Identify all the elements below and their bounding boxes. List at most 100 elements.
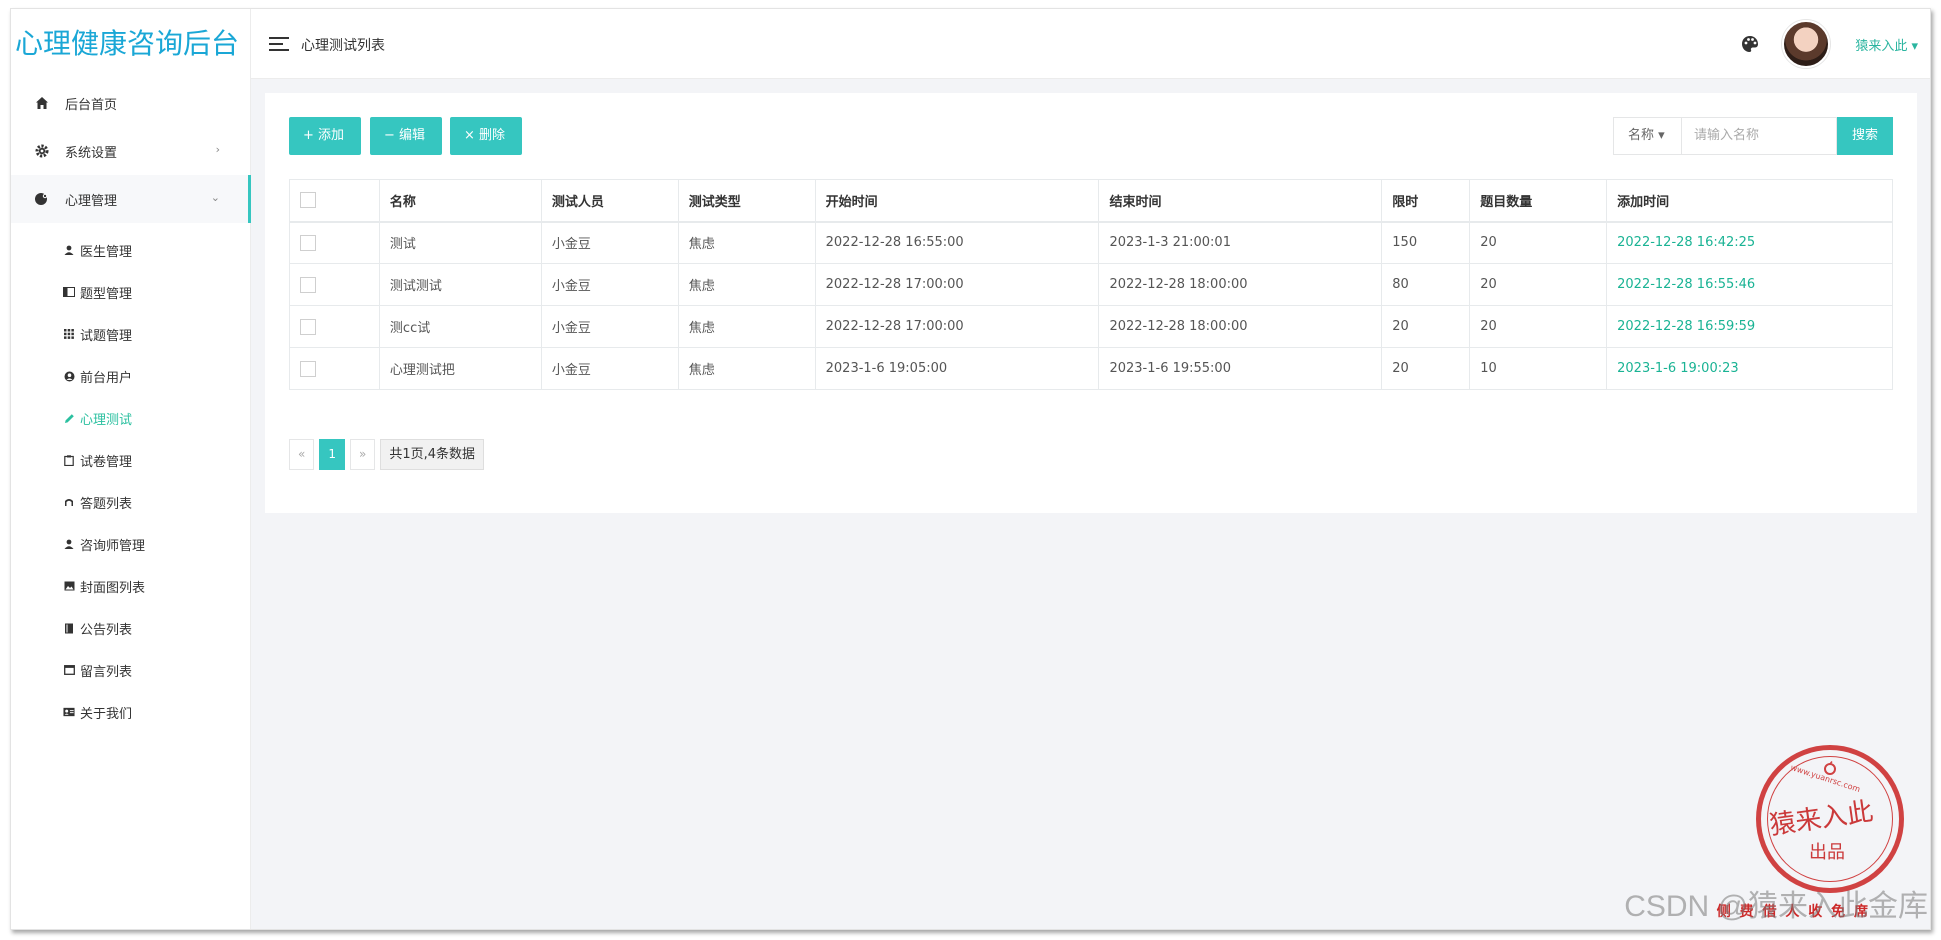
cell-start: 2022-12-28 16:55:00 [814,221,1100,264]
add-button[interactable]: + 添加 [289,117,361,155]
sidebar-item-notices[interactable]: 公告列表 [11,607,250,649]
sidebar-item-messages[interactable]: 留言列表 [11,649,250,691]
brain-icon [33,190,51,208]
sidebar-item-about[interactable]: 关于我们 [11,691,250,733]
user-icon [63,538,75,550]
table-row[interactable]: 测试测试 小金豆 焦虑 2022-12-28 17:00:00 2022-12-… [289,263,1893,306]
cell-tester: 小金豆 [540,263,679,306]
cell-end: 2022-12-28 18:00:00 [1098,305,1383,348]
cell-tester: 小金豆 [540,221,679,264]
table-row[interactable]: 测试 小金豆 焦虑 2022-12-28 16:55:00 2023-1-3 2… [289,221,1893,264]
user-circle-icon [63,370,75,382]
row-checkbox[interactable] [289,221,380,264]
cell-end: 2023-1-3 21:00:01 [1098,221,1383,264]
image-icon [63,580,75,592]
cell-limit: 80 [1381,263,1471,306]
cell-limit: 20 [1381,347,1471,390]
search-input[interactable]: 请输入名称 [1681,117,1837,155]
cell-type: 焦虑 [677,305,816,348]
column-header[interactable]: 结束时间 [1098,179,1383,223]
notebook-icon [63,622,75,634]
cell-end: 2022-12-28 18:00:00 [1098,263,1383,306]
pager-page-1[interactable]: 1 [319,439,345,470]
cell-type: 焦虑 [677,221,816,264]
search-field-select[interactable]: 名称 ▾ [1613,117,1681,155]
cell-name: 测试 [378,221,542,264]
avatar[interactable] [1782,20,1830,68]
pager-prev-button[interactable]: « [289,439,315,470]
clipboard-icon [63,454,75,466]
palette-icon[interactable] [1740,34,1760,54]
apple-icon [1823,760,1837,775]
psych-submenu: 医生管理 题型管理 试题管理 前台用户 心理测试 试卷管理 答题列表 咨询师管理… [11,223,250,733]
table-row[interactable]: 心理测试把 小金豆 焦虑 2023-1-6 19:05:00 2023-1-6 … [289,347,1893,390]
sidebar-item-counselors[interactable]: 咨询师管理 [11,523,250,565]
cell-count: 20 [1469,305,1608,348]
cell-end: 2023-1-6 19:55:00 [1098,347,1383,390]
stamp-sub-text: 出品 [1809,842,1845,863]
cell-count: 20 [1469,221,1608,264]
cell-name: 测试测试 [378,263,542,306]
cell-type: 焦虑 [677,263,816,306]
pencil-icon [63,412,75,424]
cell-added: 2023-1-6 19:00:23 [1606,347,1893,390]
top-header: 心理测试列表 猿来入此 ▾ [251,9,1930,79]
sidebar-item-question-types[interactable]: 题型管理 [11,271,250,313]
sidebar-item-psych-management[interactable]: 心理管理 ⌄ [11,175,251,223]
search-button[interactable]: 搜索 [1837,117,1893,155]
cell-name: 心理测试把 [378,347,542,390]
table-header-row: 名称 测试人员 测试类型 开始时间 结束时间 限时 题目数量 添加时间 [289,179,1893,223]
chevron-down-icon: ⌄ [210,191,220,204]
sidebar-item-home[interactable]: 后台首页 [11,79,250,127]
grid-icon [63,328,75,340]
column-header[interactable]: 测试类型 [677,179,816,223]
sidebar-item-label: 心理管理 [65,193,118,209]
user-menu[interactable]: 猿来入此 ▾ [1855,35,1918,54]
row-checkbox[interactable] [289,347,380,390]
sidebar-item-psych-test[interactable]: 心理测试 [11,397,250,439]
cell-start: 2022-12-28 17:00:00 [814,305,1100,348]
delete-button[interactable]: × 删除 [450,117,522,155]
test-table: 名称 测试人员 测试类型 开始时间 结束时间 限时 题目数量 添加时间 测试 小… [289,179,1893,390]
gear-icon [33,142,51,160]
watermark: CSDN @猿来入此金库 [1624,890,1928,923]
cell-start: 2022-12-28 17:00:00 [814,263,1100,306]
cell-type: 焦虑 [677,347,816,390]
sidebar-item-front-users[interactable]: 前台用户 [11,355,250,397]
column-header[interactable]: 开始时间 [814,179,1100,223]
sidebar-item-answers[interactable]: 答题列表 [11,481,250,523]
breadcrumb: 心理测试列表 [301,38,385,54]
column-header[interactable]: 名称 [378,179,542,223]
cell-count: 10 [1469,347,1608,390]
table-row[interactable]: 测cc试 小金豆 焦虑 2022-12-28 17:00:00 2022-12-… [289,305,1893,348]
column-header[interactable]: 题目数量 [1469,179,1608,223]
brand-stamp: www.yuanrsc.com 猿来入此 出品 [1756,745,1904,893]
app-window: 心理健康咨询后台 后台首页 系统设置 › 心理管理 ⌄ 医生管理 题型管理 试题… [10,8,1931,930]
sidebar-item-covers[interactable]: 封面图列表 [11,565,250,607]
row-checkbox[interactable] [289,305,380,348]
cell-limit: 20 [1381,305,1471,348]
sidebar-item-questions[interactable]: 试题管理 [11,313,250,355]
sidebar-item-doctors[interactable]: 医生管理 [11,229,250,271]
column-header[interactable]: 限时 [1381,179,1471,223]
select-all-checkbox[interactable] [289,179,380,223]
chevron-right-icon: › [215,143,220,156]
pager-info: 共1页,4条数据 [380,439,485,470]
sidebar-item-settings[interactable]: 系统设置 › [11,127,250,175]
row-checkbox[interactable] [289,263,380,306]
menu-toggle-icon[interactable] [269,37,289,51]
sidebar-item-papers[interactable]: 试卷管理 [11,439,250,481]
pager-next-button[interactable]: » [349,439,376,470]
cell-limit: 150 [1381,221,1471,264]
sidebar: 心理健康咨询后台 后台首页 系统设置 › 心理管理 ⌄ 医生管理 题型管理 试题… [11,9,251,929]
column-header[interactable]: 添加时间 [1606,179,1893,223]
cell-start: 2023-1-6 19:05:00 [814,347,1100,390]
sidebar-item-label: 系统设置 [65,145,118,161]
column-header[interactable]: 测试人员 [540,179,679,223]
ruler-icon [63,496,75,508]
book-icon [63,286,75,298]
id-card-icon [63,706,75,718]
home-icon [33,94,51,112]
edit-button[interactable]: − 编辑 [370,117,442,155]
window-icon [63,664,75,676]
